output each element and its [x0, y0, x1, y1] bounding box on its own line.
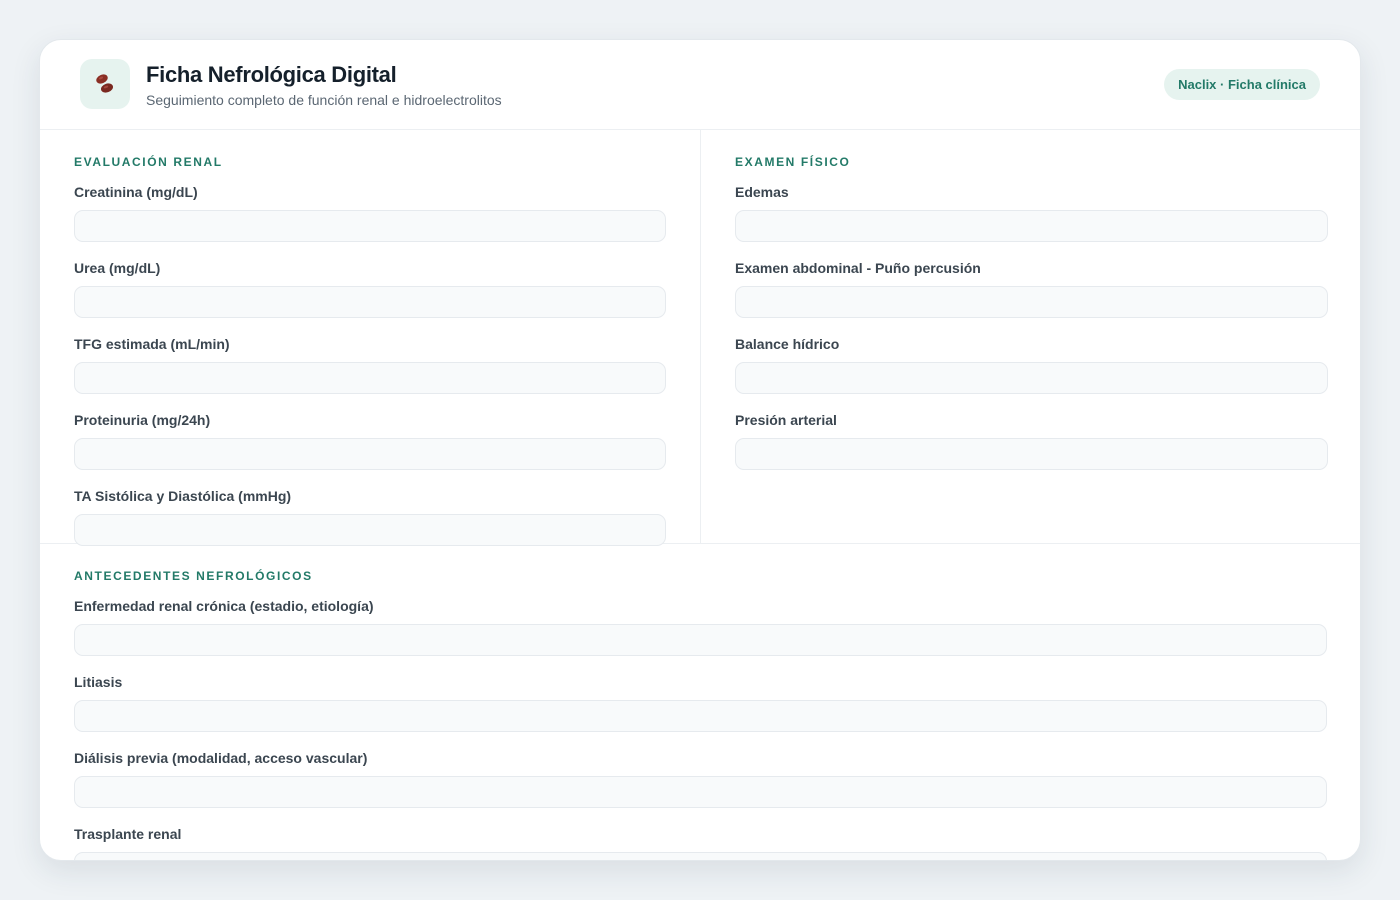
section-antecedentes: Antecedentes Nefrológicos Enfermedad ren…	[74, 568, 1327, 860]
proteinuria-input[interactable]	[74, 438, 666, 470]
field-label: Creatinina (mg/dL)	[74, 184, 198, 200]
litiasis-input[interactable]	[74, 700, 1327, 732]
field-label: Enfermedad renal crónica (estadio, etiol…	[74, 598, 374, 614]
kidney-beans-icon	[80, 59, 130, 109]
field-label: Balance hídrico	[735, 336, 840, 352]
field-tfg: TFG estimada (mL/min)	[74, 336, 666, 394]
field-label: Proteinuria (mg/24h)	[74, 412, 211, 428]
section-title: Evaluación Renal	[74, 155, 223, 169]
field-label: Examen abdominal - Puño percusión	[735, 260, 981, 276]
field-label: TA Sistólica y Diastólica (mmHg)	[74, 488, 292, 504]
field-erc: Enfermedad renal crónica (estadio, etiol…	[74, 598, 1327, 656]
page-title: Ficha Nefrológica Digital	[146, 62, 397, 87]
trasplante-input[interactable]	[74, 852, 1327, 860]
field-label: Diálisis previa (modalidad, acceso vascu…	[74, 750, 368, 766]
field-ta: TA Sistólica y Diastólica (mmHg)	[74, 488, 666, 546]
field-creatinina: Creatinina (mg/dL)	[74, 184, 666, 242]
section-examen-fisico: Examen Físico Edemas Examen abdominal - …	[735, 154, 1328, 470]
field-balance-hidrico: Balance hídrico	[735, 336, 1328, 394]
field-label: TFG estimada (mL/min)	[74, 336, 230, 352]
tfg-input[interactable]	[74, 362, 666, 394]
erc-input[interactable]	[74, 624, 1327, 656]
field-trasplante: Trasplante renal	[74, 826, 1327, 860]
vertical-divider	[700, 130, 701, 543]
app-badge: Naclix · Ficha clínica	[1164, 69, 1320, 100]
examen-abdominal-input[interactable]	[735, 286, 1328, 318]
presion-arterial-input[interactable]	[735, 438, 1328, 470]
creatinina-input[interactable]	[74, 210, 666, 242]
field-edemas: Edemas	[735, 184, 1328, 242]
field-label: Presión arterial	[735, 412, 837, 428]
edemas-input[interactable]	[735, 210, 1328, 242]
ta-input[interactable]	[74, 514, 666, 546]
urea-input[interactable]	[74, 286, 666, 318]
field-litiasis: Litiasis	[74, 674, 1327, 732]
field-label: Edemas	[735, 184, 789, 200]
field-urea: Urea (mg/dL)	[74, 260, 666, 318]
field-label: Urea (mg/dL)	[74, 260, 161, 276]
page-subtitle: Seguimiento completo de función renal e …	[146, 92, 502, 108]
field-presion-arterial: Presión arterial	[735, 412, 1328, 470]
field-proteinuria: Proteinuria (mg/24h)	[74, 412, 666, 470]
section-evaluacion-renal: Evaluación Renal Creatinina (mg/dL) Urea…	[74, 154, 666, 546]
field-dialisis: Diálisis previa (modalidad, acceso vascu…	[74, 750, 1327, 808]
header: Ficha Nefrológica Digital Seguimiento co…	[40, 40, 1360, 130]
balance-hidrico-input[interactable]	[735, 362, 1328, 394]
dialisis-input[interactable]	[74, 776, 1327, 808]
field-label: Trasplante renal	[74, 826, 182, 842]
field-examen-abdominal: Examen abdominal - Puño percusión	[735, 260, 1328, 318]
section-title: Antecedentes Nefrológicos	[74, 569, 313, 583]
form-card: Ficha Nefrológica Digital Seguimiento co…	[39, 39, 1361, 861]
field-label: Litiasis	[74, 674, 123, 690]
section-title: Examen Físico	[735, 155, 851, 169]
